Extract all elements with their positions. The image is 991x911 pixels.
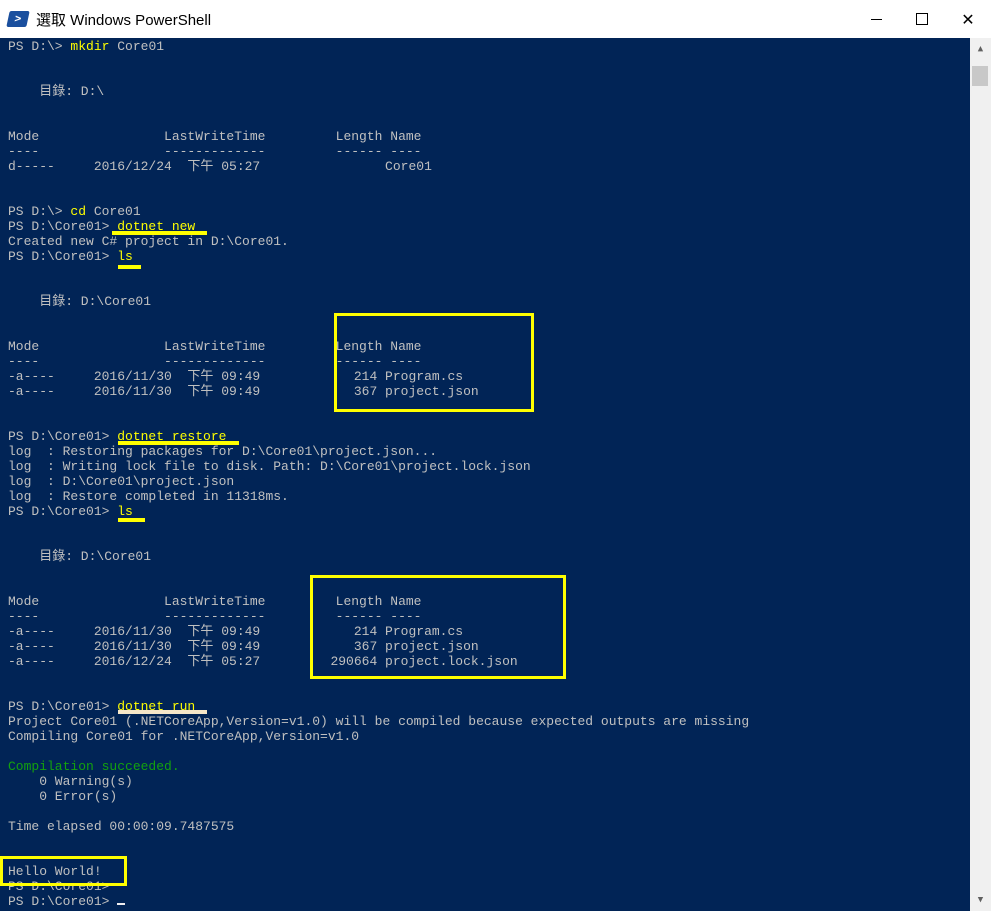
command-text: cd <box>70 204 87 219</box>
output-line: 目錄: D:\Core01 <box>8 294 152 309</box>
output-line: d----- 2016/12/24 下午 05:27 Core01 <box>8 159 432 174</box>
maximize-icon <box>916 13 928 25</box>
prompt-line: PS D:\> cd Core01 <box>8 204 749 219</box>
prompt-text: PS D:\Core01> <box>8 699 118 714</box>
output-line: 目錄: D:\Core01 <box>8 549 152 564</box>
output-line: Project Core01 (.NETCoreApp,Version=v1.0… <box>8 714 750 729</box>
output-line: Time elapsed 00:00:09.7487575 <box>8 819 235 834</box>
close-icon: ✕ <box>961 9 975 29</box>
command-text: ls <box>117 249 133 264</box>
prompt-line: PS D:\Core01> <box>8 894 749 909</box>
prompt-text: PS D:\> <box>8 204 71 219</box>
output-line: log : D:\Core01\project.json <box>8 474 235 489</box>
command-text: mkdir <box>70 39 110 54</box>
prompt-line: PS D:\Core01> ls <box>8 504 749 519</box>
scroll-thumb[interactable] <box>972 66 988 86</box>
powershell-icon[interactable]: > <box>6 11 30 27</box>
prompt-text: PS D:\> <box>8 39 71 54</box>
title-bar: > 選取 Windows PowerShell ✕ <box>0 0 991 38</box>
output-line: 0 Error(s) <box>8 789 118 804</box>
highlight-underline-ls-1 <box>118 265 141 269</box>
scroll-up-icon[interactable]: ▲ <box>970 38 991 60</box>
output-line: Created new C# project in D:\Core01. <box>8 234 289 249</box>
success-line: Compilation succeeded. <box>8 759 180 774</box>
console-output[interactable]: PS D:\> mkdir Core01 目錄: D:\ Mode LastWri… <box>0 38 970 911</box>
highlight-box-listing-1 <box>334 313 534 412</box>
console-lines: PS D:\> mkdir Core01 目錄: D:\ Mode LastWri… <box>8 39 749 909</box>
output-line: ---- ------------- ------ ---- <box>8 144 422 159</box>
highlight-box-listing-2 <box>310 575 566 679</box>
output-line: log : Restore completed in 11318ms. <box>8 489 289 504</box>
command-text: ls <box>117 504 133 519</box>
minimize-icon <box>870 18 882 20</box>
output-line: log : Writing lock file to disk. Path: D… <box>8 459 531 474</box>
highlight-underline-dotnet-restore <box>118 441 239 445</box>
prompt-text: PS D:\Core01> <box>8 894 118 909</box>
highlight-underline-dotnet-new <box>112 231 207 235</box>
minimize-button[interactable] <box>853 0 899 38</box>
prompt-line: PS D:\Core01> ls <box>8 249 749 264</box>
highlight-underline-ls-2 <box>118 518 145 522</box>
prompt-text: PS D:\Core01> <box>8 249 118 264</box>
maximize-button[interactable] <box>899 0 945 38</box>
window-title: 選取 Windows PowerShell <box>36 11 212 29</box>
highlight-underline-dotnet-run <box>118 710 207 714</box>
prompt-text: PS D:\Core01> <box>8 504 118 519</box>
output-line: Mode LastWriteTime Length Name <box>8 129 422 144</box>
output-line: 目錄: D:\ <box>8 84 105 99</box>
prompt-text: PS D:\Core01> <box>8 429 118 444</box>
command-args: Core01 <box>86 204 141 219</box>
close-button[interactable]: ✕ <box>945 0 991 38</box>
output-line: log : Restoring packages for D:\Core01\p… <box>8 444 438 459</box>
text-cursor <box>117 903 126 905</box>
output-line: Compiling Core01 for .NETCoreApp,Version… <box>8 729 360 744</box>
highlight-box-hello-world <box>0 856 127 886</box>
vertical-scrollbar[interactable]: ▲ ▼ <box>970 38 991 911</box>
output-line: 0 Warning(s) <box>8 774 133 789</box>
prompt-text: PS D:\Core01> <box>8 219 118 234</box>
scroll-down-icon[interactable]: ▼ <box>970 889 991 911</box>
command-args: Core01 <box>109 39 165 54</box>
prompt-line: PS D:\> mkdir Core01 <box>8 39 749 54</box>
